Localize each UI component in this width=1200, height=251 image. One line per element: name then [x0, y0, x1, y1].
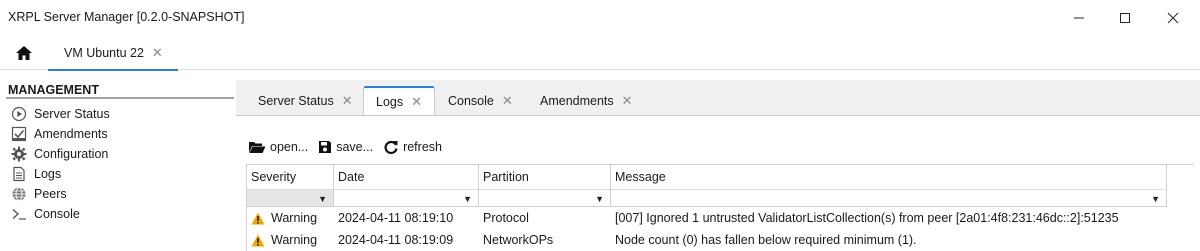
close-icon: [1167, 12, 1179, 24]
content-tab-strip: Server Status ✕ Logs ✕ Console ✕ Amendme…: [236, 80, 1200, 116]
sidebar-item-label: Amendments: [34, 127, 108, 141]
close-tab-icon[interactable]: ✕: [411, 94, 422, 110]
tab-label: Logs: [376, 95, 404, 109]
partition-cell: Protocol: [483, 211, 529, 225]
column-header-label: Partition: [483, 170, 529, 184]
dropdown-arrow-icon: ▼: [1151, 194, 1160, 204]
warning-icon: [251, 212, 265, 224]
table-row[interactable]: Warning 2024-04-11 08:19:10 Protocol [00…: [247, 207, 1194, 229]
window-title: XRPL Server Manager [0.2.0-SNAPSHOT]: [8, 10, 245, 24]
dropdown-arrow-icon: ▼: [463, 194, 472, 204]
refresh-icon: [384, 140, 398, 155]
severity-cell: Warning: [247, 229, 334, 251]
column-header-message[interactable]: Message: [611, 165, 1167, 189]
vm-tab[interactable]: VM Ubuntu 22 ✕: [48, 36, 178, 71]
sidebar-item-server-status[interactable]: Server Status: [10, 104, 110, 124]
sidebar-item-label: Peers: [34, 187, 67, 201]
document-icon: [10, 165, 28, 183]
column-header-label: Message: [615, 170, 666, 184]
content-pane: Server Status ✕ Logs ✕ Console ✕ Amendme…: [236, 80, 1200, 251]
column-header-label: Severity: [251, 170, 297, 184]
sidebar-item-label: Server Status: [34, 107, 110, 121]
severity-cell: Warning: [247, 207, 334, 229]
close-button[interactable]: [1150, 0, 1196, 36]
dropdown-arrow-icon: ▼: [318, 194, 327, 204]
date-filter-dropdown[interactable]: ▼: [334, 189, 479, 207]
terminal-icon: [10, 205, 28, 223]
maximize-icon: [1120, 13, 1130, 23]
sidebar-item-logs[interactable]: Logs: [10, 164, 61, 184]
close-tab-icon[interactable]: ✕: [622, 93, 633, 109]
minimize-button[interactable]: [1056, 0, 1102, 36]
close-tab-icon[interactable]: ✕: [502, 93, 513, 109]
tab-server-status[interactable]: Server Status ✕: [246, 86, 365, 116]
home-icon: [16, 46, 32, 60]
tab-label: Amendments: [540, 94, 614, 108]
refresh-button[interactable]: refresh: [383, 139, 442, 155]
checkbox-icon: [10, 125, 28, 143]
message-cell: Node count (0) has fallen below required…: [615, 233, 917, 247]
tab-logs[interactable]: Logs ✕: [363, 86, 436, 116]
severity-text: Warning: [271, 211, 318, 225]
column-header-partition[interactable]: Partition: [479, 165, 611, 189]
logs-panel: open... save... refresh Severity Date Pa…: [236, 115, 1200, 251]
top-tab-strip: VM Ubuntu 22 ✕: [0, 36, 1200, 71]
warning-icon: [251, 234, 265, 246]
sidebar-item-amendments[interactable]: Amendments: [10, 124, 108, 144]
open-button[interactable]: open...: [248, 140, 308, 154]
sidebar-item-configuration[interactable]: Configuration: [10, 144, 108, 164]
tab-label: Server Status: [258, 94, 334, 108]
column-header-date[interactable]: Date: [334, 165, 479, 189]
save-button[interactable]: save...: [318, 140, 373, 154]
sidebar-item-label: Logs: [34, 167, 62, 181]
date-cell: 2024-04-11 08:19:09: [338, 233, 454, 247]
title-bar: XRPL Server Manager [0.2.0-SNAPSHOT]: [0, 0, 1200, 36]
dropdown-arrow-icon: ▼: [595, 194, 604, 204]
save-label: save...: [336, 140, 374, 154]
active-tab-indicator: [48, 69, 178, 71]
home-tab[interactable]: [12, 42, 36, 64]
refresh-label: refresh: [403, 140, 442, 154]
date-cell: 2024-04-11 08:19:10: [338, 211, 454, 225]
sidebar-heading: MANAGEMENT: [8, 83, 99, 97]
tab-label: Console: [448, 94, 494, 108]
sidebar-item-peers[interactable]: Peers: [10, 184, 67, 204]
gear-icon: [10, 145, 28, 163]
severity-filter-dropdown[interactable]: ▼: [247, 189, 334, 207]
sidebar-item-label: Configuration: [34, 147, 109, 161]
vm-tab-label: VM Ubuntu 22: [64, 46, 144, 60]
sidebar-item-console[interactable]: Console: [10, 204, 80, 224]
open-label: open...: [270, 140, 309, 154]
sidebar-item-label: Console: [34, 207, 80, 221]
column-header-label: Date: [338, 170, 365, 184]
partition-filter-dropdown[interactable]: ▼: [479, 189, 611, 207]
partition-cell: NetworkOPs: [483, 233, 554, 247]
column-header-severity[interactable]: Severity: [247, 165, 334, 189]
sidebar: MANAGEMENT Server Status Amendments Conf…: [0, 80, 234, 250]
globe-icon: [10, 185, 28, 203]
logs-toolbar: open... save... refresh: [248, 136, 442, 158]
minimize-icon: [1074, 17, 1084, 19]
log-table: Severity Date Partition Message ▼ ▼ ▼ ▼ …: [246, 164, 1194, 251]
tab-amendments[interactable]: Amendments ✕: [528, 86, 645, 116]
close-tab-icon[interactable]: ✕: [152, 45, 163, 61]
table-row[interactable]: Warning 2024-04-11 08:19:09 NetworkOPs N…: [247, 229, 1194, 251]
message-cell: [007] Ignored 1 untrusted ValidatorListC…: [615, 211, 1119, 225]
message-filter-dropdown[interactable]: ▼: [611, 189, 1167, 207]
tab-console[interactable]: Console ✕: [436, 86, 525, 116]
sidebar-divider: [6, 97, 234, 99]
folder-open-icon: [249, 142, 266, 153]
close-tab-icon[interactable]: ✕: [342, 93, 353, 109]
play-circle-icon: [10, 105, 28, 123]
maximize-button[interactable]: [1102, 0, 1148, 36]
save-icon: [319, 141, 332, 153]
severity-text: Warning: [271, 233, 318, 247]
